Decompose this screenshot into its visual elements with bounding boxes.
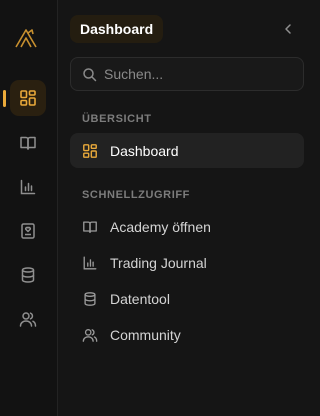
database-icon: [82, 291, 98, 307]
dashboard-grid-icon: [82, 143, 98, 159]
dashboard-grid-icon: [19, 89, 37, 107]
rail-dashboard-button[interactable]: [10, 80, 46, 116]
active-indicator: [3, 90, 6, 107]
nav-item-dashboard[interactable]: Dashboard: [70, 133, 304, 168]
sidebar-panel: Dashboard ÜBERSICHT Dashboard SCHNELLZUG…: [58, 0, 308, 416]
nav-item-academy[interactable]: Academy öffnen: [70, 209, 304, 244]
rail-academy-button[interactable]: [10, 125, 46, 161]
journal-heart-icon: [19, 222, 37, 240]
nav-item-label: Academy öffnen: [110, 218, 211, 235]
nav-item-community[interactable]: Community: [70, 317, 304, 352]
database-icon: [19, 266, 37, 284]
rail-journal-button[interactable]: [10, 169, 46, 205]
nav-item-datentool[interactable]: Datentool: [70, 281, 304, 316]
nav-item-label: Trading Journal: [110, 254, 207, 271]
icon-rail: [0, 0, 58, 416]
rail-database-button[interactable]: [10, 257, 46, 293]
page-title: Dashboard: [70, 15, 164, 43]
search-box[interactable]: [70, 57, 304, 91]
mountain-logo-icon[interactable]: [14, 26, 38, 50]
users-icon: [19, 310, 37, 328]
nav-item-label: Community: [110, 326, 181, 343]
book-open-icon: [19, 134, 37, 152]
nav-item-label: Dashboard: [110, 142, 179, 159]
rail-notebook-button[interactable]: [10, 213, 46, 249]
section-label-quick-access: SCHNELLZUGRIFF: [82, 189, 191, 201]
rail-community-button[interactable]: [10, 301, 46, 337]
search-icon: [82, 67, 97, 82]
nav-item-label: Datentool: [110, 290, 170, 307]
bar-chart-icon: [82, 255, 98, 271]
bar-chart-icon: [19, 178, 37, 196]
nav-item-trading-journal[interactable]: Trading Journal: [70, 245, 304, 280]
chevron-left-icon[interactable]: [280, 20, 296, 38]
section-label-overview: ÜBERSICHT: [82, 113, 152, 125]
book-open-icon: [82, 219, 98, 235]
users-icon: [82, 327, 98, 343]
search-input[interactable]: [104, 66, 284, 82]
